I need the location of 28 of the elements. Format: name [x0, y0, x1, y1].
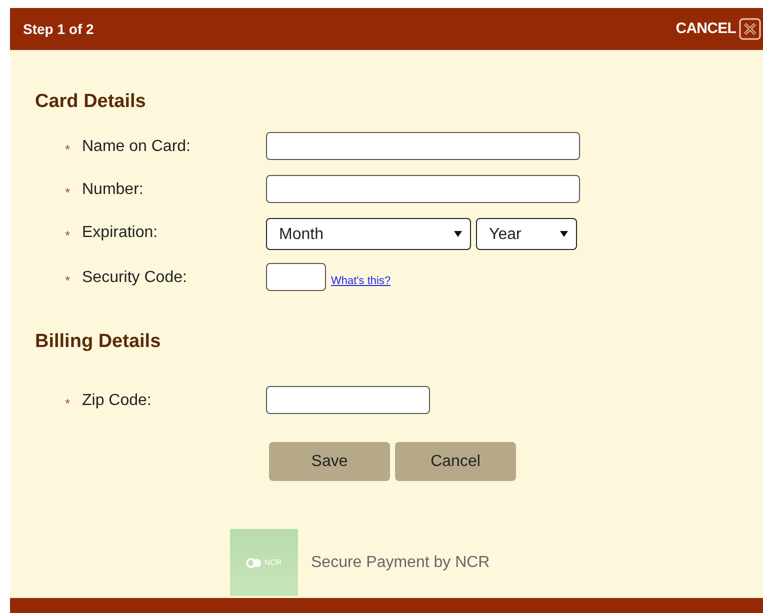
required-asterisk: *: [65, 226, 72, 244]
form-button[interactable]: Cancel: [395, 442, 516, 481]
input-field[interactable]: [266, 386, 430, 414]
section-heading: Billing Details: [35, 330, 162, 354]
required-asterisk: *: [65, 184, 72, 202]
input-field[interactable]: [266, 262, 326, 290]
logo-text: NCR: [264, 556, 282, 568]
input-field[interactable]: [266, 174, 580, 202]
dropdown-arrow-icon: [454, 230, 462, 238]
field-label: Zip Code:: [82, 391, 152, 411]
whats-this-link[interactable]: What's this?: [331, 272, 391, 289]
input-field[interactable]: [266, 132, 580, 160]
field-label: Number:: [82, 180, 144, 200]
field-label: Expiration:: [82, 222, 159, 242]
select-dropdown[interactable]: Month: [266, 218, 471, 250]
field-label: Name on Card:: [82, 136, 192, 156]
required-asterisk: *: [65, 140, 72, 158]
secure-payment-text: Secure Payment by NCR: [311, 552, 490, 572]
required-asterisk: *: [65, 272, 72, 290]
required-asterisk: *: [65, 395, 72, 413]
cancel-link[interactable]: CANCEL: [676, 18, 761, 40]
form-button[interactable]: Save: [269, 442, 390, 481]
field-label: Security Code:: [82, 268, 188, 288]
select-dropdown[interactable]: Year: [476, 218, 577, 250]
dropdown-arrow-icon: [560, 230, 568, 238]
section-heading: Card Details: [35, 90, 147, 114]
step-title: Step 1 of 2: [23, 20, 94, 39]
logo-icon: [246, 558, 262, 568]
